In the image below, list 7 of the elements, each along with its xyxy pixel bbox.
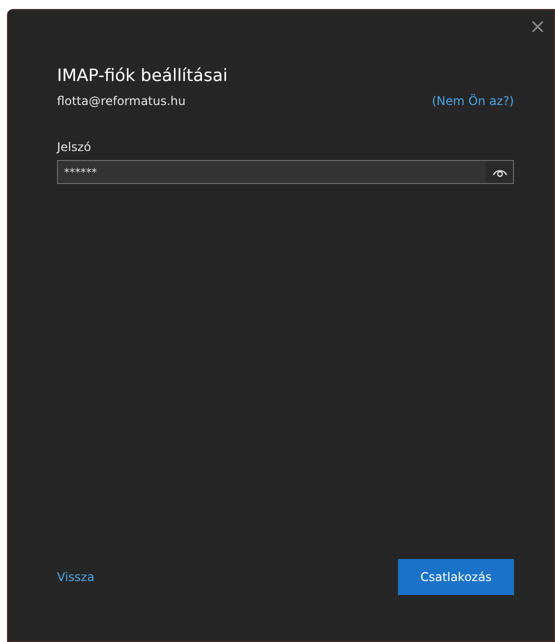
back-link[interactable]: Vissza (57, 570, 94, 584)
close-button[interactable]: × (527, 16, 548, 36)
connect-button[interactable]: Csatlakozás (398, 559, 514, 595)
not-you-link[interactable]: (Nem Ön az?) (432, 94, 514, 108)
email-address: flotta@reformatus.hu (57, 94, 186, 108)
dialog-title: IMAP-fiók beállításai (57, 66, 228, 86)
password-label: Jelszó (57, 140, 92, 154)
